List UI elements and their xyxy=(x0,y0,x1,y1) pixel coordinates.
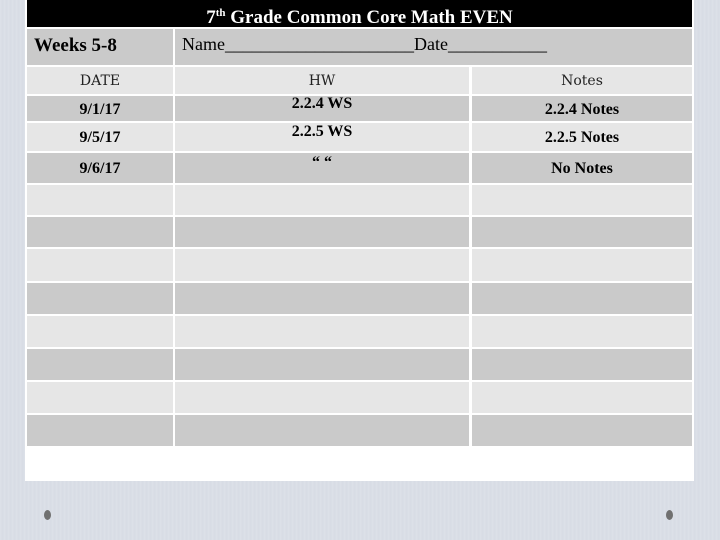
table-row-5-notes-cell[interactable] xyxy=(472,217,692,247)
table-row-6-date-cell[interactable] xyxy=(27,249,173,281)
slide-bullet-right-icon xyxy=(666,510,673,520)
table-row-10-hw-cell[interactable] xyxy=(175,382,469,413)
table-row-10-date-cell[interactable] xyxy=(27,382,173,413)
table-row-2-hw-cell[interactable]: 2.2.5 WS xyxy=(175,123,469,151)
name-date-field[interactable]: Name_____________________Date___________ xyxy=(175,29,692,65)
column-header-date: DATE xyxy=(27,67,173,94)
table-row-10-notes-cell[interactable] xyxy=(472,382,692,413)
title-superscript: th xyxy=(215,7,226,19)
table-row-9-hw-cell[interactable] xyxy=(175,349,469,380)
table-row-9-date-cell[interactable] xyxy=(27,349,173,380)
table-row-4-date-cell[interactable] xyxy=(27,185,173,215)
table-row-3-hw-cell[interactable]: “ “ xyxy=(175,153,469,183)
table-row-7-notes-cell[interactable] xyxy=(472,283,692,314)
table-row-5-date-cell[interactable] xyxy=(27,217,173,247)
slide-bullet-left-icon xyxy=(44,510,51,520)
table-row-11-notes-cell[interactable] xyxy=(472,415,692,446)
table-row-1-hw-cell[interactable]: 2.2.4 WS xyxy=(175,96,469,121)
table-row-1-date-cell[interactable]: 9/1/17 xyxy=(27,96,173,121)
table-row-11-date-cell[interactable] xyxy=(27,415,173,446)
table-row-9-notes-cell[interactable] xyxy=(472,349,692,380)
table-row-6-notes-cell[interactable] xyxy=(472,249,692,281)
table-row-2-date-cell[interactable]: 9/5/17 xyxy=(27,123,173,151)
column-header-notes: Notes xyxy=(472,67,692,94)
table-row-3-notes-cell[interactable]: No Notes xyxy=(472,153,692,183)
table-row-4-notes-cell[interactable] xyxy=(472,185,692,215)
table-row-6-hw-cell[interactable] xyxy=(175,249,469,281)
title-grade-number: 7 xyxy=(206,7,216,28)
table-row-2-notes-cell[interactable]: 2.2.5 Notes xyxy=(472,123,692,151)
table-row-11-hw-cell[interactable] xyxy=(175,415,469,446)
table-row-7-hw-cell[interactable] xyxy=(175,283,469,314)
table-row-1-notes-cell[interactable]: 2.2.4 Notes xyxy=(472,96,692,121)
table-row-8-notes-cell[interactable] xyxy=(472,316,692,347)
table-row-5-hw-cell[interactable] xyxy=(175,217,469,247)
table-row-8-hw-cell[interactable] xyxy=(175,316,469,347)
page-title: 7th Grade Common Core Math EVEN xyxy=(27,0,692,28)
column-header-hw: HW xyxy=(175,67,469,94)
table-row-4-hw-cell[interactable] xyxy=(175,185,469,215)
title-text: Grade Common Core Math EVEN xyxy=(225,7,513,28)
weeks-label: Weeks 5-8 xyxy=(27,29,173,65)
table-row-8-date-cell[interactable] xyxy=(27,316,173,347)
table-row-3-date-cell[interactable]: 9/6/17 xyxy=(27,153,173,183)
table-row-7-date-cell[interactable] xyxy=(27,283,173,314)
